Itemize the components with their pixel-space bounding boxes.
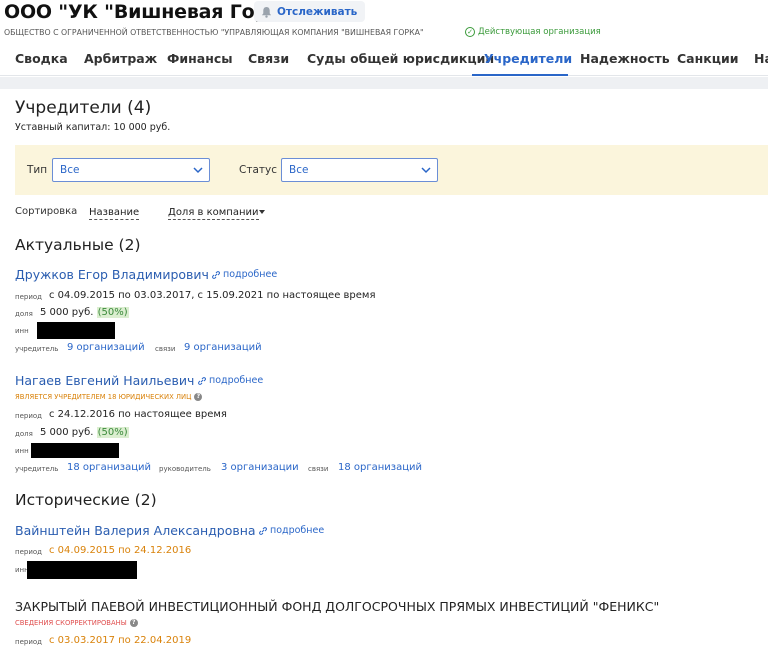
share-amount: 5 000 руб. <box>40 427 94 438</box>
active-tab-indicator <box>472 74 568 76</box>
filter-panel: Тип Все Статус Все <box>15 145 768 195</box>
chevron-down-icon <box>193 167 203 174</box>
more-link[interactable]: подробнее <box>259 525 324 536</box>
historic-section-title: Исторические (2) <box>15 491 157 509</box>
tab-links[interactable]: Связи <box>248 51 289 66</box>
tab-sanctions[interactable]: Санкции <box>677 51 739 66</box>
tab-more[interactable]: На <box>754 51 768 66</box>
more-label: подробнее <box>223 269 278 280</box>
founder-name-link[interactable]: Вайнштейн Валерия Александровна <box>15 523 256 538</box>
share-amount: 5 000 руб. <box>40 307 94 318</box>
founder-orgs-link[interactable]: 18 организаций <box>67 462 151 473</box>
founder-note-text: СВЕДЕНИЯ СКОРРЕКТИРОВАНЫ <box>15 619 127 627</box>
inn-label: ИНН <box>15 327 29 335</box>
links-label: СВЯЗИ <box>155 345 176 353</box>
sort-by-share[interactable]: Доля в компании <box>168 206 259 220</box>
status-select[interactable]: Все <box>281 158 438 182</box>
tab-reliability[interactable]: Надежность <box>580 51 670 66</box>
founder-role-label: УЧРЕДИТЕЛЬ <box>15 465 59 473</box>
period-value: с 04.09.2015 по 03.03.2017, с 15.09.2021… <box>49 290 376 301</box>
status-select-value: Все <box>289 164 309 176</box>
founder-name: ЗАКРЫТЫЙ ПАЕВОЙ ИНВЕСТИЦИОННЫЙ ФОНД ДОЛГ… <box>15 599 660 614</box>
tab-courts[interactable]: Суды общей юрисдикции <box>307 51 494 66</box>
share-percent: (50%) <box>96 427 129 438</box>
track-button[interactable]: Отслеживать <box>254 1 366 22</box>
share-percent: (50%) <box>96 307 129 318</box>
chevron-down-icon <box>421 167 431 174</box>
tab-founders[interactable]: Учредители <box>484 51 572 66</box>
links-orgs-link[interactable]: 18 организаций <box>338 462 422 473</box>
sort-label: Сортировка <box>15 206 78 217</box>
tab-bar: Сводка Арбитраж Финансы Связи Суды общей… <box>0 44 768 76</box>
status-text: Действующая организация <box>478 27 601 37</box>
period-label: ПЕРИОД <box>15 412 42 420</box>
tab-summary[interactable]: Сводка <box>15 51 68 66</box>
share-value: 5 000 руб. (50%) <box>40 307 129 318</box>
status-filter-label: Статус <box>239 164 277 176</box>
link-icon <box>212 270 220 279</box>
period-label: ПЕРИОД <box>15 293 42 301</box>
share-label: ДОЛЯ <box>15 310 33 318</box>
tab-arbitration[interactable]: Арбитраж <box>84 51 157 66</box>
period-label: ПЕРИОД <box>15 638 42 646</box>
help-icon[interactable]: ? <box>194 393 203 401</box>
type-filter-label: Тип <box>27 164 48 176</box>
more-link[interactable]: подробнее <box>212 269 277 280</box>
help-icon[interactable]: ? <box>129 619 138 627</box>
actual-section-title: Актуальные (2) <box>15 236 141 254</box>
tab-finance[interactable]: Финансы <box>167 51 233 66</box>
sort-by-name[interactable]: Название <box>89 206 140 220</box>
redacted-inn <box>31 443 119 458</box>
period-label: ПЕРИОД <box>15 548 42 556</box>
link-icon <box>198 376 206 385</box>
links-orgs-link[interactable]: 9 организаций <box>184 342 262 353</box>
link-icon <box>259 526 267 535</box>
status-badge: ✓ Действующая организация <box>465 27 601 37</box>
more-label: подробнее <box>209 375 264 386</box>
founder-role-label: УЧРЕДИТЕЛЬ <box>15 345 59 353</box>
check-circle-icon: ✓ <box>465 27 475 37</box>
founders-title: Учредители (4) <box>15 98 152 118</box>
links-label: СВЯЗИ <box>308 465 329 473</box>
authorized-capital: Уставный капитал: 10 000 руб. <box>15 122 171 133</box>
type-select[interactable]: Все <box>52 158 210 182</box>
founder-orgs-link[interactable]: 9 организаций <box>67 342 145 353</box>
founder-note: ЯВЛЯЕТСЯ УЧРЕДИТЕЛЕМ 18 ЮРИДИЧЕСКИХ ЛИЦ … <box>15 393 203 401</box>
track-label: Отслеживать <box>277 5 358 18</box>
founder-note: СВЕДЕНИЯ СКОРРЕКТИРОВАНЫ ? <box>15 619 138 627</box>
founder-name-link[interactable]: Дружков Егор Владимирович <box>15 267 209 282</box>
period-value: с 03.03.2017 по 22.04.2019 <box>49 635 192 646</box>
period-value: с 04.09.2015 по 24.12.2016 <box>49 545 192 556</box>
head-label: РУКОВОДИТЕЛЬ <box>159 465 211 473</box>
period-value: с 24.12.2016 по настоящее время <box>49 409 227 420</box>
head-orgs-link[interactable]: 3 организации <box>221 462 299 473</box>
more-label: подробнее <box>270 525 325 536</box>
share-value: 5 000 руб. (50%) <box>40 427 129 438</box>
founder-note-text: ЯВЛЯЕТСЯ УЧРЕДИТЕЛЕМ 18 ЮРИДИЧЕСКИХ ЛИЦ <box>15 393 192 401</box>
share-label: ДОЛЯ <box>15 430 33 438</box>
inn-label: ИНН <box>15 447 29 455</box>
sort-caret-icon[interactable] <box>259 210 265 214</box>
bell-icon <box>261 6 272 18</box>
more-link[interactable]: подробнее <box>198 375 263 386</box>
content-gap <box>0 77 768 89</box>
founder-name-link[interactable]: Нагаев Евгений Наильевич <box>15 373 194 388</box>
type-select-value: Все <box>60 164 80 176</box>
redacted-inn <box>27 561 137 579</box>
company-full-name: ОБЩЕСТВО С ОГРАНИЧЕННОЙ ОТВЕТСТВЕННОСТЬЮ… <box>4 28 424 37</box>
redacted-inn <box>37 322 115 339</box>
